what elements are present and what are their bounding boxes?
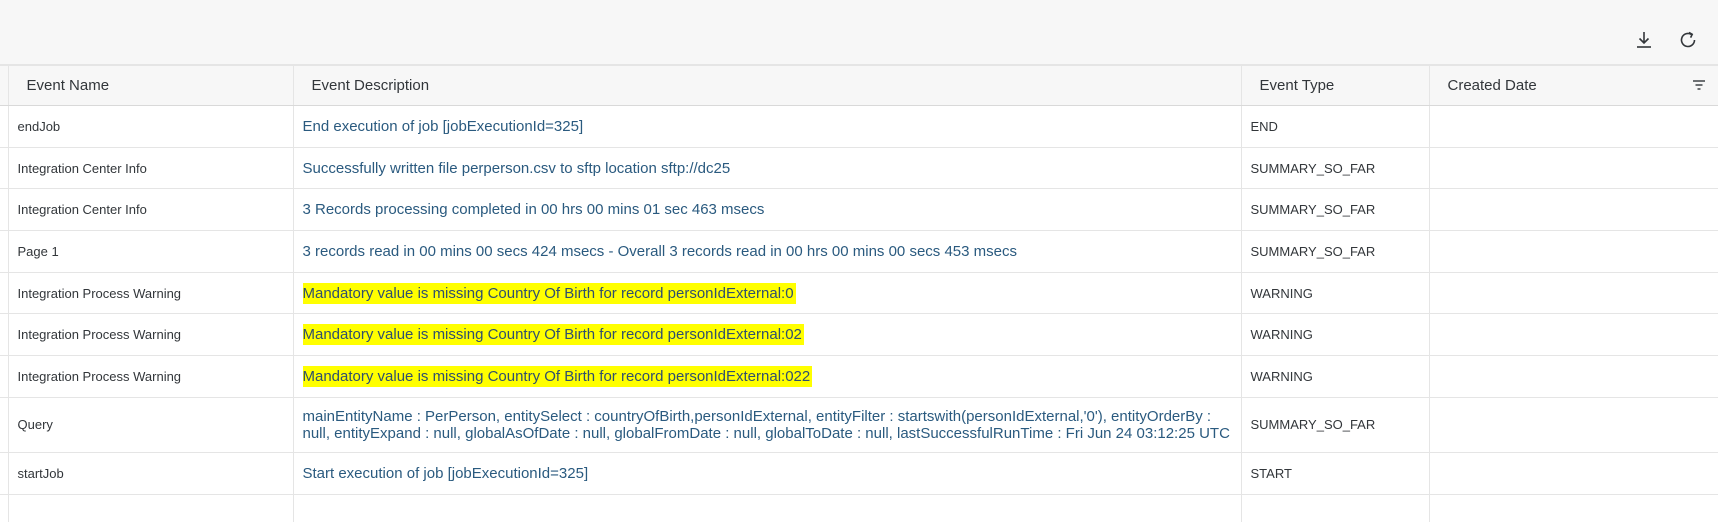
event-description-cell: 3 records read in 00 mins 00 secs 424 ms… <box>293 230 1242 273</box>
event-type-cell: WARNING <box>1241 272 1430 315</box>
event-type-cell: SUMMARY_SO_FAR <box>1241 188 1430 232</box>
highlighted-warning-text: Mandatory value is missing Country Of Bi… <box>302 365 813 387</box>
created-date-cell <box>1429 105 1718 148</box>
event-type-cell: START <box>1241 452 1430 495</box>
created-date-label: Created Date <box>1447 77 1537 94</box>
row-selector-header <box>0 65 9 106</box>
event-description-cell: Mandatory value is missing Country Of Bi… <box>293 313 1242 357</box>
event-description-cell: Mandatory value is missing Country Of Bi… <box>293 272 1242 315</box>
event-name-cell: Integration Process Warning <box>8 355 294 398</box>
row-selector[interactable] <box>0 105 9 148</box>
column-header-created-date[interactable]: Created Date <box>1429 65 1718 106</box>
download-button[interactable] <box>1630 26 1658 54</box>
row-selector[interactable] <box>0 355 9 398</box>
event-description-cell: Start execution of job [jobExecutionId=3… <box>293 452 1242 495</box>
row-selector[interactable] <box>0 230 9 273</box>
event-type-cell: WARNING <box>1241 355 1430 398</box>
filter-icon[interactable] <box>1692 79 1706 91</box>
event-name-cell: startJob <box>8 452 294 495</box>
table-row[interactable]: Integration Process Warning Mandatory va… <box>0 355 1718 398</box>
event-description-cell: mainEntityName : PerPerson, entitySelect… <box>293 397 1242 453</box>
event-name-cell: Integration Center Info <box>8 188 294 232</box>
row-selector <box>0 494 9 522</box>
row-selector[interactable] <box>0 313 9 357</box>
refresh-button[interactable] <box>1674 26 1702 54</box>
highlighted-warning-text: Mandatory value is missing Country Of Bi… <box>302 324 804 346</box>
download-icon <box>1637 32 1651 48</box>
row-selector[interactable] <box>0 452 9 495</box>
created-date-cell <box>1429 230 1718 273</box>
empty-cell <box>1241 494 1430 522</box>
created-date-cell <box>1429 147 1718 190</box>
event-name-cell: endJob <box>8 105 294 148</box>
created-date-cell <box>1429 397 1718 453</box>
event-description-cell: Successfully written file perperson.csv … <box>293 147 1242 190</box>
table-row[interactable]: startJob Start execution of job [jobExec… <box>0 452 1718 495</box>
empty-cell <box>8 494 294 522</box>
table-row[interactable]: Page 1 3 records read in 00 mins 00 secs… <box>0 230 1718 273</box>
row-selector[interactable] <box>0 188 9 232</box>
event-description-cell: Mandatory value is missing Country Of Bi… <box>293 355 1242 398</box>
event-description-cell: 3 Records processing completed in 00 hrs… <box>293 188 1242 232</box>
event-name-cell: Integration Center Info <box>8 147 294 190</box>
event-name-cell: Integration Process Warning <box>8 272 294 315</box>
table-row[interactable]: endJob End execution of job [jobExecutio… <box>0 105 1718 148</box>
event-name-cell: Integration Process Warning <box>8 313 294 357</box>
table-header-row: Event Name Event Description Event Type … <box>0 65 1718 106</box>
table-row[interactable]: Integration Process Warning Mandatory va… <box>0 313 1718 357</box>
table-row[interactable]: Integration Center Info 3 Records proces… <box>0 188 1718 232</box>
event-log-table: Event Name Event Description Event Type … <box>0 65 1718 522</box>
table-row[interactable]: Integration Process Warning Mandatory va… <box>0 272 1718 315</box>
created-date-cell <box>1429 313 1718 357</box>
created-date-cell <box>1429 452 1718 495</box>
empty-cell <box>1429 494 1718 522</box>
event-name-cell: Page 1 <box>8 230 294 273</box>
event-type-cell: SUMMARY_SO_FAR <box>1241 230 1430 273</box>
row-selector[interactable] <box>0 397 9 453</box>
event-description-cell: End execution of job [jobExecutionId=325… <box>293 105 1242 148</box>
empty-cell <box>293 494 1242 522</box>
table-toolbar <box>0 0 1718 65</box>
event-type-cell: END <box>1241 105 1430 148</box>
event-type-cell: WARNING <box>1241 313 1430 357</box>
row-selector[interactable] <box>0 147 9 190</box>
table-row[interactable]: Query mainEntityName : PerPerson, entity… <box>0 397 1718 453</box>
column-header-event-description[interactable]: Event Description <box>293 65 1242 106</box>
row-selector[interactable] <box>0 272 9 315</box>
refresh-icon <box>1680 31 1696 48</box>
event-type-cell: SUMMARY_SO_FAR <box>1241 147 1430 190</box>
event-name-cell: Query <box>8 397 294 453</box>
column-header-event-type[interactable]: Event Type <box>1241 65 1430 106</box>
created-date-cell <box>1429 355 1718 398</box>
table-row[interactable]: Integration Center Info Successfully wri… <box>0 147 1718 190</box>
highlighted-warning-text: Mandatory value is missing Country Of Bi… <box>302 282 796 304</box>
event-type-cell: SUMMARY_SO_FAR <box>1241 397 1430 453</box>
column-header-event-name[interactable]: Event Name <box>8 65 294 106</box>
created-date-cell <box>1429 188 1718 232</box>
empty-row <box>0 494 1718 522</box>
created-date-cell <box>1429 272 1718 315</box>
